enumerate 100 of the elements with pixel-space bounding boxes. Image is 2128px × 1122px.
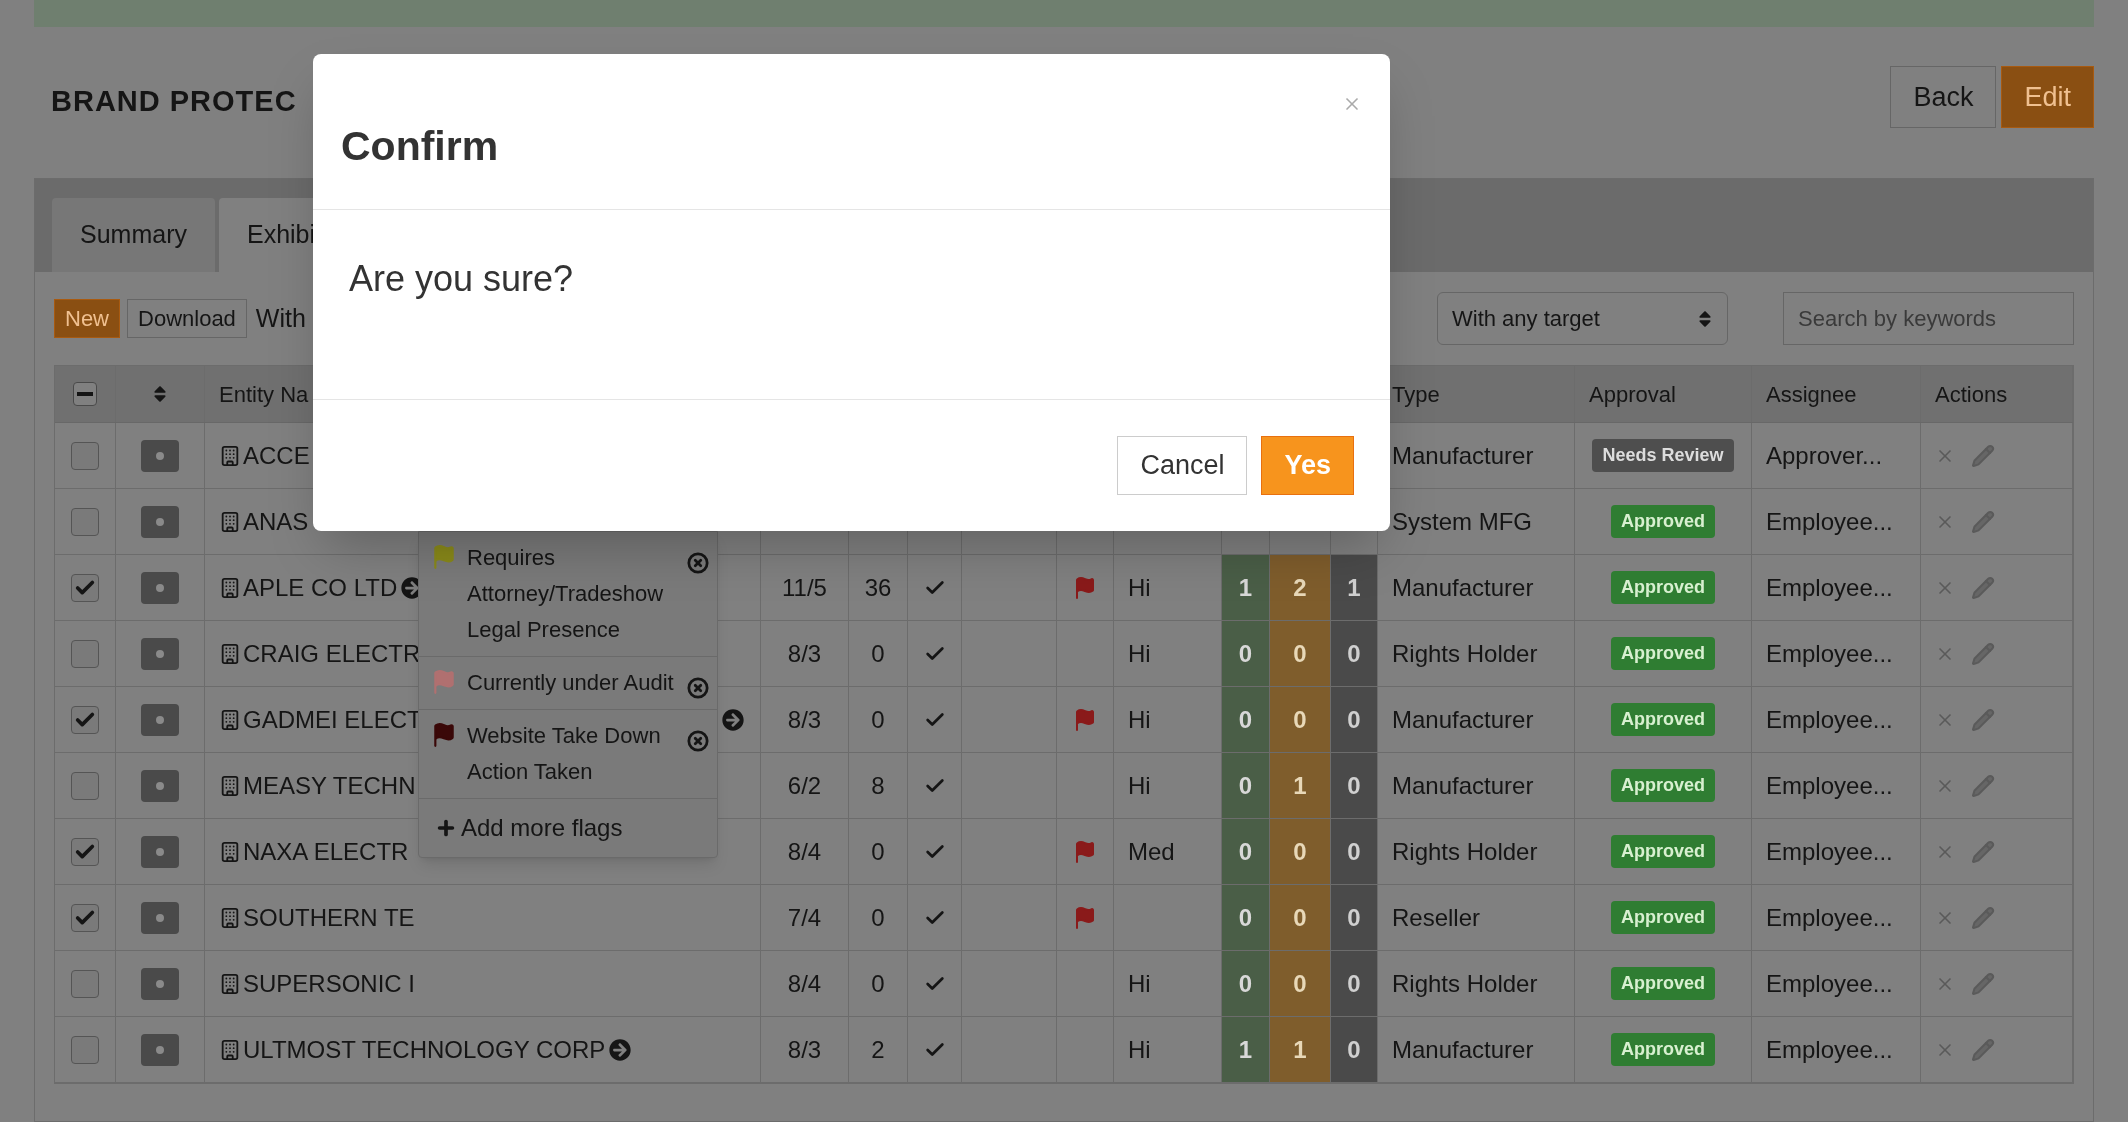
cancel-button[interactable]: Cancel — [1117, 436, 1248, 495]
count-text: 8 — [871, 770, 885, 801]
count-cell-text: 0 — [1293, 704, 1307, 735]
search-field[interactable]: Search by keywords — [1783, 292, 2074, 345]
priority-text: Hi — [1128, 968, 1151, 999]
assignee-text: Employee... — [1766, 770, 1893, 801]
count-text: 0 — [871, 638, 885, 669]
count-cell-text: 0 — [1347, 836, 1361, 867]
approval-badge: Approved — [1611, 1033, 1715, 1066]
date-text: 7/4 — [787, 902, 822, 933]
approval-badge: Approved — [1611, 505, 1715, 538]
date-text: 8/3 — [787, 704, 822, 735]
priority-text: Hi — [1128, 638, 1151, 669]
count-cell-text: 1 — [1293, 770, 1307, 801]
count-cell-text: 0 — [1347, 770, 1361, 801]
approval-badge: Approved — [1611, 769, 1715, 802]
count-text: 2 — [871, 1034, 885, 1065]
assignee-text: Employee... — [1766, 836, 1893, 867]
date-text: 8/3 — [787, 1034, 822, 1065]
count-text: 0 — [871, 704, 885, 735]
entity-name: NAXA ELECTR — [243, 836, 409, 867]
count-cell-text: 0 — [1293, 902, 1307, 933]
type-text: Rights Holder — [1392, 638, 1538, 669]
count-text: 0 — [871, 902, 885, 933]
count-text: 0 — [871, 836, 885, 867]
count-cell-text: 0 — [1347, 638, 1361, 669]
count-cell-text: 0 — [1238, 902, 1253, 933]
back-button[interactable]: Back — [1890, 66, 1997, 128]
type-text: Manufacturer — [1392, 704, 1534, 735]
entity-name: ULTMOST TECHNOLOGY CORP — [243, 1034, 606, 1065]
approval-badge: Approved — [1611, 703, 1715, 736]
count-cell-text: 0 — [1293, 638, 1307, 669]
assignee-text: Employee... — [1766, 704, 1893, 735]
assignee-text: Employee... — [1766, 902, 1893, 933]
entity-name: CRAIG ELECTR — [243, 638, 421, 669]
priority-text: Hi — [1128, 704, 1151, 735]
count-cell-text: 0 — [1238, 968, 1253, 999]
new-button[interactable]: New — [54, 299, 120, 338]
type-text: Manufacturer — [1392, 770, 1534, 801]
approval-badge: Approved — [1611, 637, 1715, 670]
count-cell-text: 0 — [1347, 704, 1361, 735]
type-text: Manufacturer — [1392, 1034, 1534, 1065]
entity-name: GADMEI ELECT — [243, 704, 422, 735]
count-cell-text: 0 — [1238, 770, 1253, 801]
approval-badge: Approved — [1611, 571, 1715, 604]
count-text: 36 — [864, 572, 892, 603]
count-cell-text: 1 — [1238, 1034, 1253, 1065]
page-title: BRAND PROTEC — [51, 84, 297, 119]
column-header: Type — [1392, 380, 1440, 409]
column-header: Actions — [1935, 380, 2008, 409]
priority-text: Med — [1128, 836, 1175, 867]
type-text: Manufacturer — [1392, 440, 1534, 471]
download-button[interactable]: Download — [127, 299, 247, 338]
assignee-text: Employee... — [1766, 968, 1893, 999]
flag-label[interactable]: Website Take Down Action Taken — [467, 718, 677, 790]
filter-label: With — [255, 302, 306, 334]
entity-name: SUPERSONIC I — [243, 968, 416, 999]
assignee-text: Employee... — [1766, 1034, 1893, 1065]
flag-label[interactable]: Currently under Audit — [467, 665, 677, 701]
entity-name: ACCE — [243, 440, 310, 471]
assignee-text: Employee... — [1766, 572, 1893, 603]
assignee-text: Employee... — [1766, 638, 1893, 669]
entity-name: MEASY TECHN — [243, 770, 416, 801]
priority-text: Hi — [1128, 572, 1151, 603]
date-text: 8/3 — [787, 638, 822, 669]
target-select[interactable]: With any target — [1437, 292, 1728, 345]
yes-button[interactable]: Yes — [1261, 436, 1354, 495]
count-text: 0 — [871, 968, 885, 999]
entity-name: APLE CO LTD — [243, 572, 398, 603]
count-cell-text: 0 — [1238, 836, 1253, 867]
assignee-text: Approver... — [1766, 440, 1883, 471]
approval-badge: Needs Review — [1592, 439, 1734, 472]
count-cell-text: 0 — [1347, 1034, 1361, 1065]
count-cell-text: 0 — [1293, 968, 1307, 999]
flag-label[interactable]: Requires Attorney/Tradeshow Legal Presence — [467, 540, 677, 648]
count-cell-text: 1 — [1238, 572, 1253, 603]
date-text: 6/2 — [787, 770, 822, 801]
column-header: Assignee — [1766, 380, 1857, 409]
date-text: 8/4 — [787, 968, 822, 999]
type-text: System MFG — [1392, 506, 1532, 537]
approval-badge: Approved — [1611, 901, 1715, 934]
priority-text: Hi — [1128, 770, 1151, 801]
count-cell-text: 0 — [1347, 902, 1361, 933]
tab[interactable]: Summary — [52, 198, 215, 272]
dialog-title: Confirm — [341, 122, 499, 171]
entity-name: ANAS — [243, 506, 309, 537]
priority-text: Hi — [1128, 1034, 1151, 1065]
entity-name: SOUTHERN TE — [243, 902, 415, 933]
dialog-message: Are you sure? — [349, 258, 574, 299]
type-text: Rights Holder — [1392, 836, 1538, 867]
date-text: 11/5 — [782, 572, 827, 603]
edit-button[interactable]: Edit — [2001, 66, 2094, 128]
approval-badge: Approved — [1611, 835, 1715, 868]
add-flags-button[interactable]: Add more flags — [419, 799, 623, 857]
count-cell-text: 1 — [1293, 1034, 1307, 1065]
assignee-text: Employee... — [1766, 506, 1893, 537]
type-text: Manufacturer — [1392, 572, 1534, 603]
count-cell-text: 0 — [1293, 836, 1307, 867]
count-cell-text: 0 — [1238, 704, 1253, 735]
approval-badge: Approved — [1611, 967, 1715, 1000]
